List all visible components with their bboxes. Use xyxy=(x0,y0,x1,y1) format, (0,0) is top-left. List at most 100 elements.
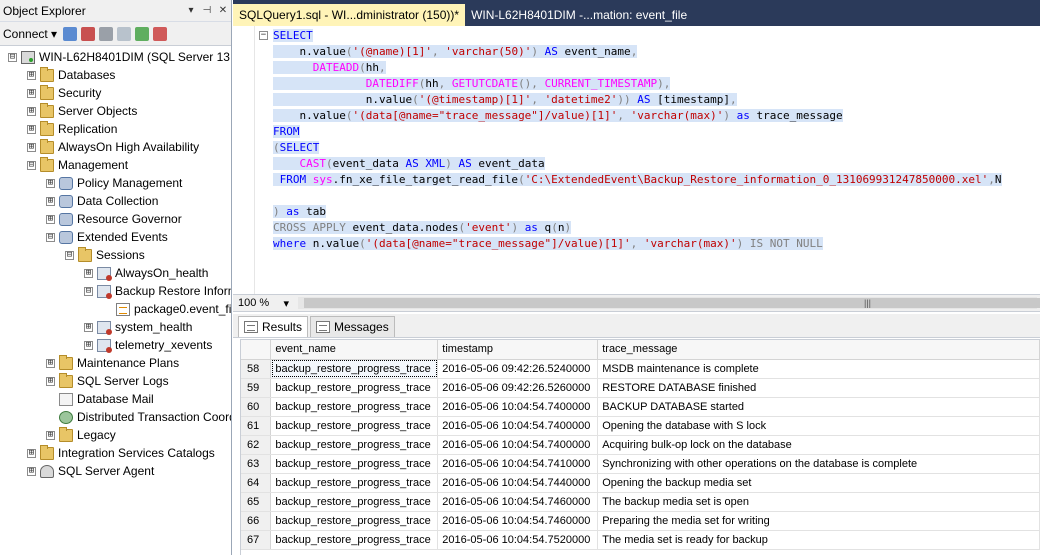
tree-node[interactable]: ⊟ WIN-L62H8401DIM (SQL Server 13.0.14 xyxy=(0,48,231,66)
event-name-cell[interactable]: backup_restore_progress_trace xyxy=(270,473,439,493)
tree-node[interactable]: package0.event_file xyxy=(0,300,231,318)
expand-icon[interactable]: ⊞ xyxy=(27,142,36,152)
timestamp-cell[interactable]: 2016-05-06 10:04:54.7460000 xyxy=(437,511,599,531)
collapse-icon[interactable]: ⊟ xyxy=(27,160,36,170)
tree-node[interactable]: ⊞ Legacy xyxy=(0,426,231,444)
row-number-cell[interactable]: 58 xyxy=(241,359,272,379)
tree-node[interactable]: ⊞ AlwaysOn_health xyxy=(0,264,231,282)
timestamp-cell[interactable]: 2016-05-06 10:04:54.7460000 xyxy=(437,492,599,512)
tree-node[interactable]: ⊞ Data Collection xyxy=(0,192,231,210)
sql-code-editor[interactable]: − SELECT n.value('(@name)[1]', 'varchar(… xyxy=(233,26,1040,294)
stop-icon[interactable] xyxy=(99,26,114,41)
collapse-icon[interactable]: ⊟ xyxy=(8,52,17,62)
table-row[interactable]: 64 backup_restore_progress_trace 2016-05-0… xyxy=(241,473,1040,493)
filter-icon[interactable] xyxy=(117,26,132,41)
table-row[interactable]: 65 backup_restore_progress_trace 2016-05-0… xyxy=(241,492,1040,512)
column-header-event-name[interactable]: event_name xyxy=(270,340,439,360)
expand-icon[interactable]: ⊞ xyxy=(46,214,55,224)
dropdown-icon[interactable]: ▾ xyxy=(183,5,199,16)
collapse-icon[interactable]: ⊟ xyxy=(65,250,74,260)
collapse-icon[interactable]: ⊟ xyxy=(84,286,93,296)
scrollbar-thumb[interactable]: ||| xyxy=(304,298,1040,308)
zoom-select[interactable]: 100 % ▾ xyxy=(233,297,295,310)
tree-node[interactable]: ⊞ Replication xyxy=(0,120,231,138)
tree-node[interactable]: ⊞ SQL Server Logs xyxy=(0,372,231,390)
tree-node[interactable]: ⊟ Management xyxy=(0,156,231,174)
row-number-cell[interactable]: 60 xyxy=(241,397,272,417)
column-header-rownum[interactable] xyxy=(241,340,272,360)
expand-icon[interactable]: ⊞ xyxy=(27,88,36,98)
expand-icon[interactable]: ⊞ xyxy=(84,268,93,278)
tree-node[interactable]: Database Mail xyxy=(0,390,231,408)
table-row[interactable]: 60 backup_restore_progress_trace 2016-05-0… xyxy=(241,397,1040,417)
trace-message-cell[interactable]: RESTORE DATABASE finished xyxy=(597,378,1040,398)
trace-message-cell[interactable]: Preparing the media set for writing xyxy=(597,511,1040,531)
event-name-cell[interactable]: backup_restore_progress_trace xyxy=(270,416,439,436)
trace-message-cell[interactable]: The media set is ready for backup xyxy=(597,530,1040,550)
connect-server-icon[interactable] xyxy=(63,26,78,41)
tab-results[interactable]: Results xyxy=(238,316,309,337)
expand-icon[interactable]: ⊞ xyxy=(27,124,36,134)
expand-icon[interactable]: ⊞ xyxy=(84,340,93,350)
event-name-cell[interactable]: backup_restore_progress_trace xyxy=(270,492,439,512)
table-row[interactable]: 62 backup_restore_progress_trace 2016-05-0… xyxy=(241,435,1040,455)
tree-node[interactable]: ⊞ Resource Governor xyxy=(0,210,231,228)
timestamp-cell[interactable]: 2016-05-06 10:04:54.7520000 xyxy=(437,530,599,550)
collapse-icon[interactable]: ⊟ xyxy=(46,232,55,242)
trace-message-cell[interactable]: The backup media set is open xyxy=(597,492,1040,512)
timestamp-cell[interactable]: 2016-05-06 10:04:54.7400000 xyxy=(437,397,599,417)
row-number-cell[interactable]: 63 xyxy=(241,454,272,474)
table-row[interactable]: 66 backup_restore_progress_trace 2016-05-0… xyxy=(241,511,1040,531)
expand-icon[interactable]: ⊞ xyxy=(46,430,55,440)
column-header-timestamp[interactable]: timestamp xyxy=(437,340,599,360)
connect-button[interactable]: Connect ▾ xyxy=(3,27,57,41)
expand-icon[interactable]: ⊞ xyxy=(46,376,55,386)
tree-node[interactable]: ⊞ Databases xyxy=(0,66,231,84)
tree-node[interactable]: ⊞ SQL Server Agent xyxy=(0,462,231,480)
expand-icon[interactable]: ⊞ xyxy=(46,196,55,206)
timestamp-cell[interactable]: 2016-05-06 10:04:54.7400000 xyxy=(437,435,599,455)
horizontal-scrollbar[interactable]: ||| xyxy=(298,297,1040,309)
table-row[interactable]: 59 backup_restore_progress_trace 2016-05-0… xyxy=(241,378,1040,398)
event-name-cell[interactable]: backup_restore_progress_trace xyxy=(270,397,439,417)
tree-node[interactable]: ⊟ Extended Events xyxy=(0,228,231,246)
row-number-cell[interactable]: 67 xyxy=(241,530,272,550)
row-number-cell[interactable]: 66 xyxy=(241,511,272,531)
pin-icon[interactable]: ⊣ xyxy=(199,5,215,16)
expand-icon[interactable]: ⊞ xyxy=(27,466,36,476)
tree-node[interactable]: ⊞ Server Objects xyxy=(0,102,231,120)
tree-node[interactable]: ⊞ AlwaysOn High Availability xyxy=(0,138,231,156)
trace-message-cell[interactable]: Synchronizing with other operations on t… xyxy=(597,454,1040,474)
tree-node[interactable]: ⊞ Maintenance Plans xyxy=(0,354,231,372)
tree-node[interactable]: ⊞ telemetry_xevents xyxy=(0,336,231,354)
event-name-cell[interactable]: backup_restore_progress_trace xyxy=(270,359,439,379)
event-name-cell[interactable]: backup_restore_progress_trace xyxy=(270,378,439,398)
timestamp-cell[interactable]: 2016-05-06 10:04:54.7400000 xyxy=(437,416,599,436)
expand-icon[interactable]: ⊞ xyxy=(27,448,36,458)
trace-message-cell[interactable]: BACKUP DATABASE started xyxy=(597,397,1040,417)
tree-node[interactable]: ⊞ Policy Management xyxy=(0,174,231,192)
timestamp-cell[interactable]: 2016-05-06 09:42:26.5240000 xyxy=(437,359,599,379)
timestamp-cell[interactable]: 2016-05-06 10:04:54.7410000 xyxy=(437,454,599,474)
table-row[interactable]: 63 backup_restore_progress_trace 2016-05-0… xyxy=(241,454,1040,474)
event-name-cell[interactable]: backup_restore_progress_trace xyxy=(270,530,439,550)
expand-icon[interactable]: ⊞ xyxy=(27,106,36,116)
close-icon[interactable]: ✕ xyxy=(215,5,231,16)
collapse-block-icon[interactable]: − xyxy=(259,31,268,40)
trace-message-cell[interactable]: Acquiring bulk-op lock on the database xyxy=(597,435,1040,455)
disconnect-icon[interactable] xyxy=(81,26,96,41)
row-number-cell[interactable]: 59 xyxy=(241,378,272,398)
trace-message-cell[interactable]: Opening the backup media set xyxy=(597,473,1040,493)
expand-icon[interactable]: ⊞ xyxy=(84,322,93,332)
expand-icon[interactable]: ⊞ xyxy=(27,70,36,80)
collapse-all-icon[interactable] xyxy=(153,26,168,41)
sql-code-text[interactable]: SELECT n.value('(@name)[1]', 'varchar(50… xyxy=(273,28,1002,252)
table-row[interactable]: 67 backup_restore_progress_trace 2016-05-0… xyxy=(241,530,1040,550)
tree-node[interactable]: Distributed Transaction Coordi xyxy=(0,408,231,426)
row-number-cell[interactable]: 65 xyxy=(241,492,272,512)
timestamp-cell[interactable]: 2016-05-06 09:42:26.5260000 xyxy=(437,378,599,398)
tree-node[interactable]: ⊞ system_health xyxy=(0,318,231,336)
table-row[interactable]: 58 backup_restore_progress_trace 2016-05-0… xyxy=(241,359,1040,379)
trace-message-cell[interactable]: Opening the database with S lock xyxy=(597,416,1040,436)
column-header-trace-message[interactable]: trace_message xyxy=(597,340,1040,360)
